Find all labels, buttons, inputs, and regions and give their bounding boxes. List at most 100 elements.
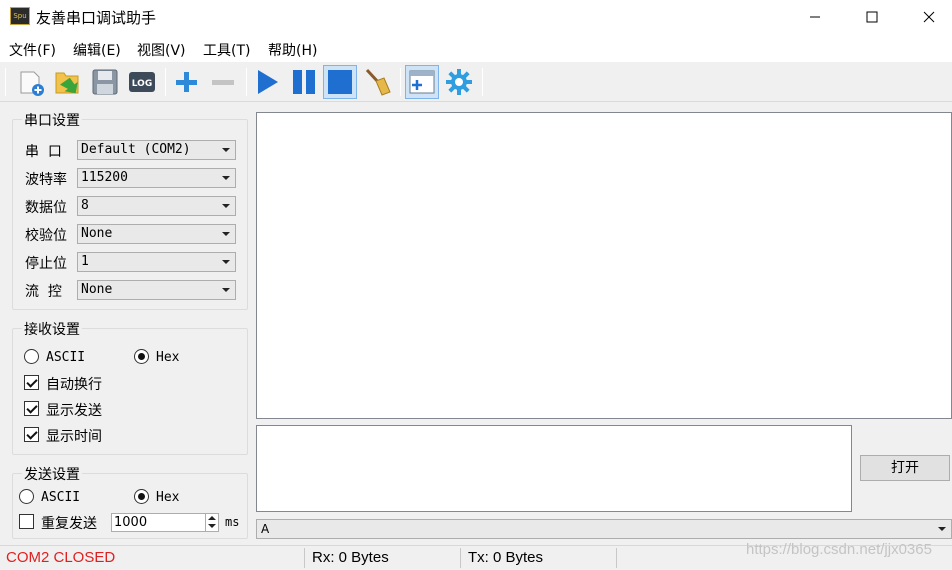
add-button[interactable] bbox=[169, 65, 203, 99]
send-ascii-radio[interactable] bbox=[19, 489, 34, 504]
send-textarea[interactable] bbox=[256, 425, 852, 512]
chevron-down-icon bbox=[222, 176, 230, 180]
stop-button[interactable] bbox=[323, 65, 357, 99]
chevron-down-icon bbox=[222, 288, 230, 292]
databits-value: 8 bbox=[81, 198, 89, 213]
send-history-value: A bbox=[261, 522, 270, 536]
menu-help[interactable]: 帮助(H) bbox=[268, 40, 317, 60]
receive-settings-title: 接收设置 bbox=[22, 319, 82, 339]
parity-label: 校验位 bbox=[25, 228, 67, 244]
status-divider bbox=[460, 548, 461, 568]
auto-newline-checkbox[interactable] bbox=[24, 375, 39, 390]
chevron-down-icon bbox=[938, 527, 946, 531]
toolbar-separator bbox=[165, 68, 166, 96]
log-button[interactable]: LOG bbox=[125, 65, 159, 99]
databits-label: 数据位 bbox=[25, 200, 67, 216]
status-divider bbox=[304, 548, 305, 568]
interval-unit: ms bbox=[225, 515, 240, 529]
send-settings-title: 发送设置 bbox=[22, 464, 82, 484]
baud-label: 波特率 bbox=[25, 172, 67, 188]
receive-textarea[interactable] bbox=[256, 112, 952, 419]
stopbits-select[interactable]: 1 bbox=[77, 252, 236, 272]
new-file-icon bbox=[20, 71, 44, 96]
toolbar-separator bbox=[246, 68, 247, 96]
serial-settings-title: 串口设置 bbox=[22, 110, 82, 130]
stopbits-label: 停止位 bbox=[25, 256, 67, 272]
databits-select[interactable]: 8 bbox=[77, 196, 236, 216]
receive-hex-radio[interactable] bbox=[134, 349, 149, 364]
baud-value: 115200 bbox=[81, 170, 128, 185]
maximize-icon bbox=[866, 11, 878, 23]
open-port-button[interactable]: 打开 bbox=[860, 455, 950, 481]
toolbar: LOG bbox=[0, 62, 952, 102]
chevron-down-icon bbox=[222, 148, 230, 152]
pause-icon bbox=[293, 70, 315, 94]
close-icon bbox=[923, 11, 935, 23]
chevron-down-icon bbox=[222, 204, 230, 208]
menu-file[interactable]: 文件(F) bbox=[9, 40, 56, 60]
send-hex-label: Hex bbox=[156, 490, 180, 505]
save-icon bbox=[92, 69, 118, 95]
add-window-button[interactable] bbox=[405, 65, 439, 99]
port-value: Default (COM2) bbox=[81, 142, 191, 157]
repeat-send-label: 重复发送 bbox=[41, 516, 97, 532]
chevron-down-icon bbox=[222, 260, 230, 264]
start-button[interactable] bbox=[250, 65, 284, 99]
pause-button[interactable] bbox=[287, 65, 321, 99]
chevron-up-icon[interactable] bbox=[208, 516, 216, 520]
remove-icon bbox=[212, 80, 234, 85]
spin-buttons[interactable] bbox=[205, 514, 218, 531]
receive-hex-label: Hex bbox=[156, 350, 180, 365]
show-time-checkbox[interactable] bbox=[24, 427, 39, 442]
clear-button[interactable] bbox=[360, 65, 394, 99]
receive-ascii-radio[interactable] bbox=[24, 349, 39, 364]
flowcontrol-label: 流 控 bbox=[25, 284, 62, 300]
play-icon bbox=[258, 70, 278, 94]
parity-select[interactable]: None bbox=[77, 224, 236, 244]
show-send-label: 显示发送 bbox=[46, 403, 102, 419]
status-divider bbox=[616, 548, 617, 568]
open-folder-icon bbox=[55, 72, 79, 94]
window-title: 友善串口调试助手 bbox=[36, 9, 157, 27]
toolbar-grip bbox=[5, 68, 6, 96]
tx-count: Tx: 0 Bytes bbox=[468, 549, 544, 566]
toolbar-separator bbox=[482, 68, 483, 96]
port-status: COM2 CLOSED bbox=[6, 549, 116, 566]
port-label: 串 口 bbox=[25, 144, 62, 160]
flowcontrol-select[interactable]: None bbox=[77, 280, 236, 300]
gear-icon bbox=[446, 69, 472, 95]
log-icon: LOG bbox=[129, 72, 155, 92]
settings-button[interactable] bbox=[442, 65, 476, 99]
minimize-button[interactable] bbox=[786, 0, 844, 34]
parity-value: None bbox=[81, 226, 113, 241]
watermark: https://blog.csdn.net/jjx0365 bbox=[746, 541, 932, 558]
receive-ascii-label: ASCII bbox=[46, 350, 86, 365]
send-hex-radio[interactable] bbox=[134, 489, 149, 504]
menu-tools[interactable]: 工具(T) bbox=[203, 40, 250, 60]
show-send-checkbox[interactable] bbox=[24, 401, 39, 416]
fill-square-icon bbox=[328, 70, 352, 94]
port-select[interactable]: Default (COM2) bbox=[77, 140, 236, 160]
menu-bar: 文件(F) 编辑(E) 视图(V) 工具(T) 帮助(H) bbox=[0, 34, 952, 62]
app-icon: Spu bbox=[10, 7, 30, 25]
menu-view[interactable]: 视图(V) bbox=[137, 40, 186, 60]
menu-edit[interactable]: 编辑(E) bbox=[73, 40, 121, 60]
add-window-icon bbox=[409, 70, 435, 94]
interval-spinbox[interactable]: 1000 bbox=[111, 513, 219, 532]
baud-select[interactable]: 115200 bbox=[77, 168, 236, 188]
open-button[interactable] bbox=[50, 65, 84, 99]
minimize-icon bbox=[810, 16, 820, 18]
chevron-down-icon[interactable] bbox=[208, 524, 216, 528]
maximize-button[interactable] bbox=[843, 0, 901, 34]
stopbits-value: 1 bbox=[81, 254, 89, 269]
send-ascii-label: ASCII bbox=[41, 490, 81, 505]
close-button[interactable] bbox=[900, 0, 952, 34]
title-bar: Spu 友善串口调试助手 bbox=[0, 0, 952, 34]
save-button[interactable] bbox=[88, 65, 122, 99]
repeat-send-checkbox[interactable] bbox=[19, 514, 34, 529]
send-history-select[interactable]: A bbox=[256, 519, 952, 539]
broom-icon bbox=[365, 68, 391, 96]
remove-button[interactable] bbox=[206, 65, 240, 99]
show-time-label: 显示时间 bbox=[46, 429, 102, 445]
new-file-button[interactable] bbox=[14, 65, 48, 99]
